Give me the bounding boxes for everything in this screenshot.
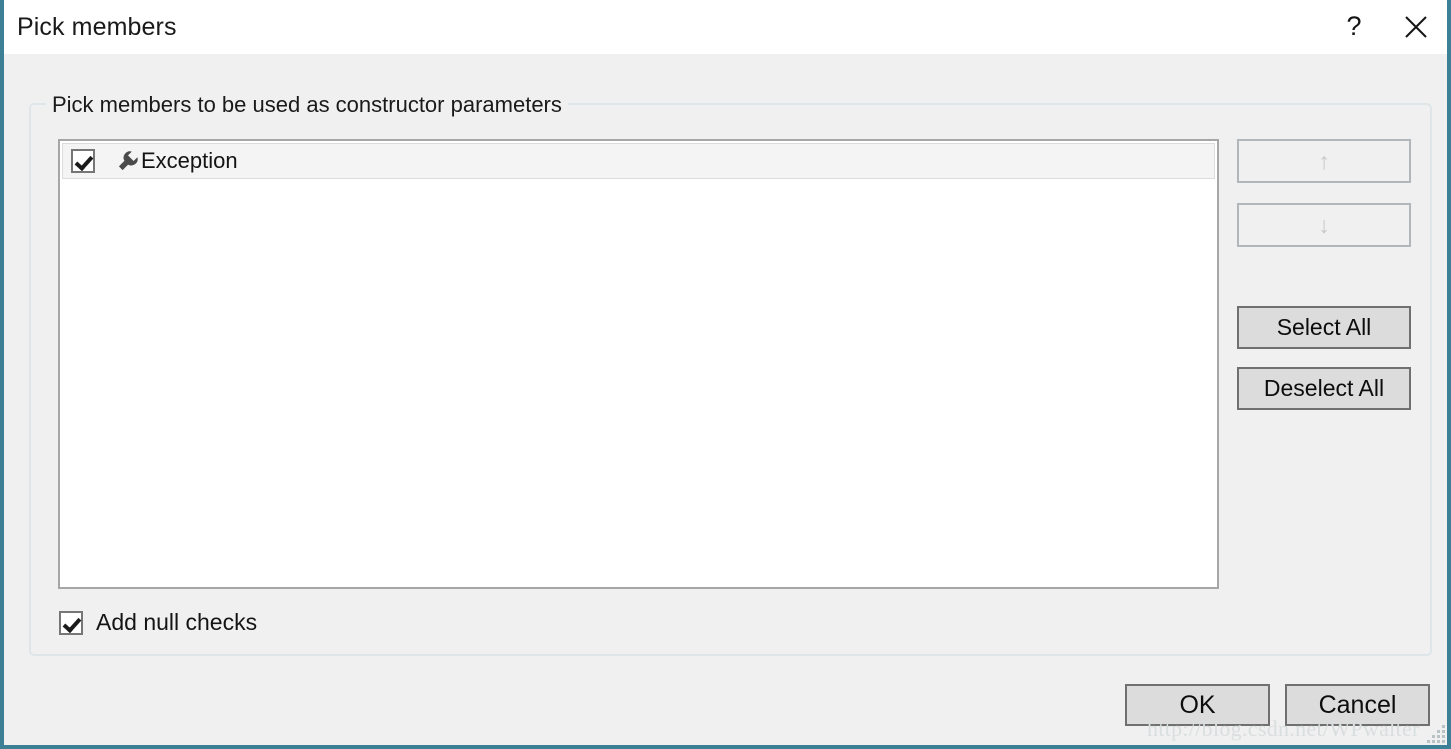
resize-grip[interactable] (1423, 721, 1445, 743)
title-bar: Pick members ? (4, 0, 1447, 54)
window-title: Pick members (17, 13, 177, 41)
close-button[interactable] (1385, 0, 1447, 53)
add-null-checks-checkbox[interactable] (59, 610, 83, 635)
list-item[interactable]: Exception (62, 143, 1215, 179)
member-checkbox[interactable] (71, 149, 95, 173)
move-down-button[interactable]: ↓ (1237, 203, 1411, 247)
add-null-checks-row[interactable]: Add null checks (59, 609, 257, 636)
cancel-button[interactable]: Cancel (1285, 684, 1430, 726)
close-icon (1403, 14, 1429, 40)
list-item-label: Exception (141, 148, 238, 173)
deselect-all-button[interactable]: Deselect All (1237, 367, 1411, 410)
pick-members-dialog: Pick members ? Pick members to be used a… (0, 0, 1451, 749)
move-up-button[interactable]: ↑ (1237, 139, 1411, 183)
wrench-icon (117, 150, 139, 172)
window-controls: ? (1323, 0, 1447, 53)
select-all-button[interactable]: Select All (1237, 306, 1411, 349)
groupbox-label: Pick members to be used as constructor p… (46, 92, 568, 118)
question-mark-icon: ? (1346, 11, 1362, 41)
add-null-checks-label: Add null checks (96, 609, 258, 635)
ok-button[interactable]: OK (1125, 684, 1270, 726)
members-listbox[interactable]: Exception (58, 139, 1219, 589)
help-button[interactable]: ? (1323, 0, 1385, 53)
